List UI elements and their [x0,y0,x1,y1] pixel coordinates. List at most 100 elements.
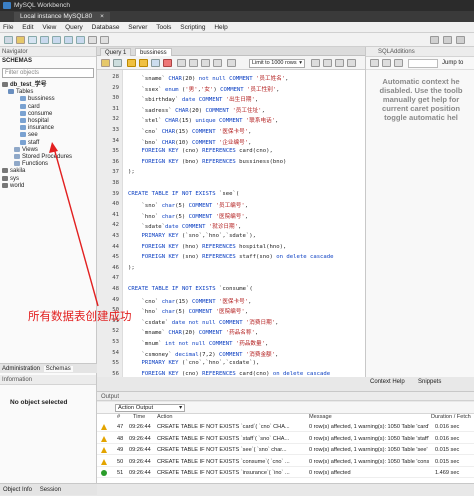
output-cell-action: CREATE TABLE IF NOT EXISTS `consume`( `c… [157,458,290,465]
table-icon [20,110,26,116]
menu-edit[interactable]: Edit [22,24,33,31]
menu-server[interactable]: Server [128,24,147,31]
explain-icon[interactable] [151,59,160,67]
menu-database[interactable]: Database [92,24,120,31]
output-row[interactable]: 51 09:26:44 CREATE TABLE IF NOT EXISTS `in… [97,468,474,478]
navigator-header: Navigator [0,47,96,57]
output-cell-duration: 1.469 sec [435,470,460,476]
tab-query-1[interactable]: Query 1 [100,48,132,56]
col-header-num: # [117,414,121,420]
autocommit-icon[interactable] [213,59,222,67]
menu-file[interactable]: File [3,24,13,31]
new-sql-tab-icon[interactable] [4,36,13,44]
tree-node-table-insurance[interactable]: insurance [20,125,54,132]
toggle-error-icon[interactable] [177,59,186,67]
tab-session[interactable]: Session [37,487,64,493]
tree-node-tables[interactable]: Tables [8,89,33,96]
tab-administration[interactable]: Administration [0,366,42,372]
warning-icon [101,424,107,430]
layout-toggle-right-icon[interactable] [456,36,465,44]
tree-node-table-bussiness[interactable]: bussiness [20,96,55,103]
output-cell-message: 0 row(s) affected, 1 warning(s): 1050 Ta… [309,458,429,465]
execute-icon[interactable] [127,59,136,67]
stop-icon[interactable] [163,59,172,67]
create-procedure-icon[interactable] [64,36,73,44]
open-sql-icon[interactable] [16,36,25,44]
tab-schemas[interactable]: Schemas [43,366,73,372]
context-help-text: Automatic context he disabled. Use the t… [379,77,463,122]
sql-editor[interactable]: 28 29 30 31 32 33 34 35 36 37 38 39 40 41 42 43 44 45 46 47… [97,70,365,377]
tree-node-table-staff[interactable]: staff [20,139,39,147]
tab-snippets[interactable]: Snippets [418,377,441,387]
code-line: `cno` char(15) COMMENT '医保卡号', [128,298,252,305]
create-view-icon[interactable] [52,36,61,44]
output-row[interactable]: 50 09:26:44 CREATE TABLE IF NOT EXISTS `co… [97,457,474,467]
action-output-select[interactable]: Action Output ▾ [115,404,185,412]
col-header-time: Time [133,414,146,420]
invisible-chars-icon[interactable] [335,59,344,67]
save-icon[interactable] [113,59,122,67]
back-icon[interactable] [370,59,379,67]
close-icon[interactable]: × [100,13,104,20]
code-line: `bno` CHAR(10) COMMENT '企业编号', [128,139,252,146]
code-line: `hno` char(5) COMMENT '医院编号', [128,309,249,316]
search-table-icon[interactable] [88,36,97,44]
menu-tools[interactable]: Tools [156,24,171,31]
code-line: FOREIGN KEY (sno) REFERENCES staff(sno) … [141,254,334,261]
execute-current-icon[interactable] [139,59,148,67]
tree-node-sys[interactable]: sys [2,175,19,183]
limit-icon[interactable] [227,59,236,67]
code-line: `mname` CHAR(20) COMMENT '药品名称', [128,330,259,337]
line-number: 32 [112,116,119,123]
connection-tab-label: Local instance MySQL80 [20,13,93,20]
tree-node-views[interactable]: Views [14,146,38,154]
database-icon [2,82,8,87]
output-cell-action: CREATE TABLE IF NOT EXISTS `staff`( `sno… [157,435,290,442]
line-number: 29 [112,84,119,91]
menu-query[interactable]: Query [65,24,83,31]
information-tabs: Object Info Session [0,483,97,495]
tree-node-table-card[interactable]: card [20,103,40,111]
create-function-icon[interactable] [76,36,85,44]
tab-object-info[interactable]: Object Info [0,487,35,493]
reconnect-icon[interactable] [100,36,109,44]
rollback-icon[interactable] [201,59,210,67]
tree-node-table-see[interactable]: see [20,132,38,139]
find-icon[interactable] [323,59,332,67]
menu-scripting[interactable]: Scripting [180,24,205,31]
tab-context-help[interactable]: Context Help [370,377,405,387]
output-row[interactable]: 47 09:26:44 CREATE TABLE IF NOT EXISTS `ca… [97,422,474,432]
create-table-icon[interactable] [40,36,49,44]
menu-help[interactable]: Help [214,24,227,31]
tree-node-world[interactable]: world [2,182,24,190]
jump-dropdown[interactable] [408,59,438,68]
auto-help-icon[interactable] [394,59,403,67]
col-header-message: Message [309,414,332,420]
connection-tab[interactable]: Local instance MySQL80 × [14,12,110,22]
tree-node-sakila[interactable]: sakila [2,168,25,175]
main-toolbar [0,33,474,47]
output-row[interactable]: 48 09:26:44 CREATE TABLE IF NOT EXISTS `st… [97,434,474,444]
filter-objects-input[interactable]: Filter objects [2,68,94,78]
layout-toggle-bottom-icon[interactable] [443,36,452,44]
word-wrap-icon[interactable] [347,59,356,67]
beautify-icon[interactable] [311,59,320,67]
output-row[interactable]: 49 09:26:44 CREATE TABLE IF NOT EXISTS `se… [97,445,474,455]
annotation-arrow-line [53,147,99,307]
functions-folder-icon [14,161,20,167]
output-cell-action: CREATE TABLE IF NOT EXISTS `insurance`( … [157,470,290,476]
status-bar [97,483,474,495]
jump-to-label: Jump to [442,60,464,66]
output-cell-time: 09:26:44 [129,447,151,453]
schema-inspector-icon[interactable] [28,36,37,44]
open-file-icon[interactable] [101,59,110,67]
code-line: `csmoney` decimal(7,2) COMMENT '消费金额', [128,351,279,358]
menu-view[interactable]: View [42,24,56,31]
tree-node-table-consume[interactable]: consume [20,110,52,118]
limit-rows-select[interactable]: Limit to 1000 rows ▾ [249,59,305,68]
tree-node-table-hospital[interactable]: hospital [20,118,49,125]
commit-icon[interactable] [189,59,198,67]
tab-bussiness[interactable]: bussiness [135,48,172,56]
forward-icon[interactable] [382,59,391,67]
layout-toggle-left-icon[interactable] [430,36,439,44]
